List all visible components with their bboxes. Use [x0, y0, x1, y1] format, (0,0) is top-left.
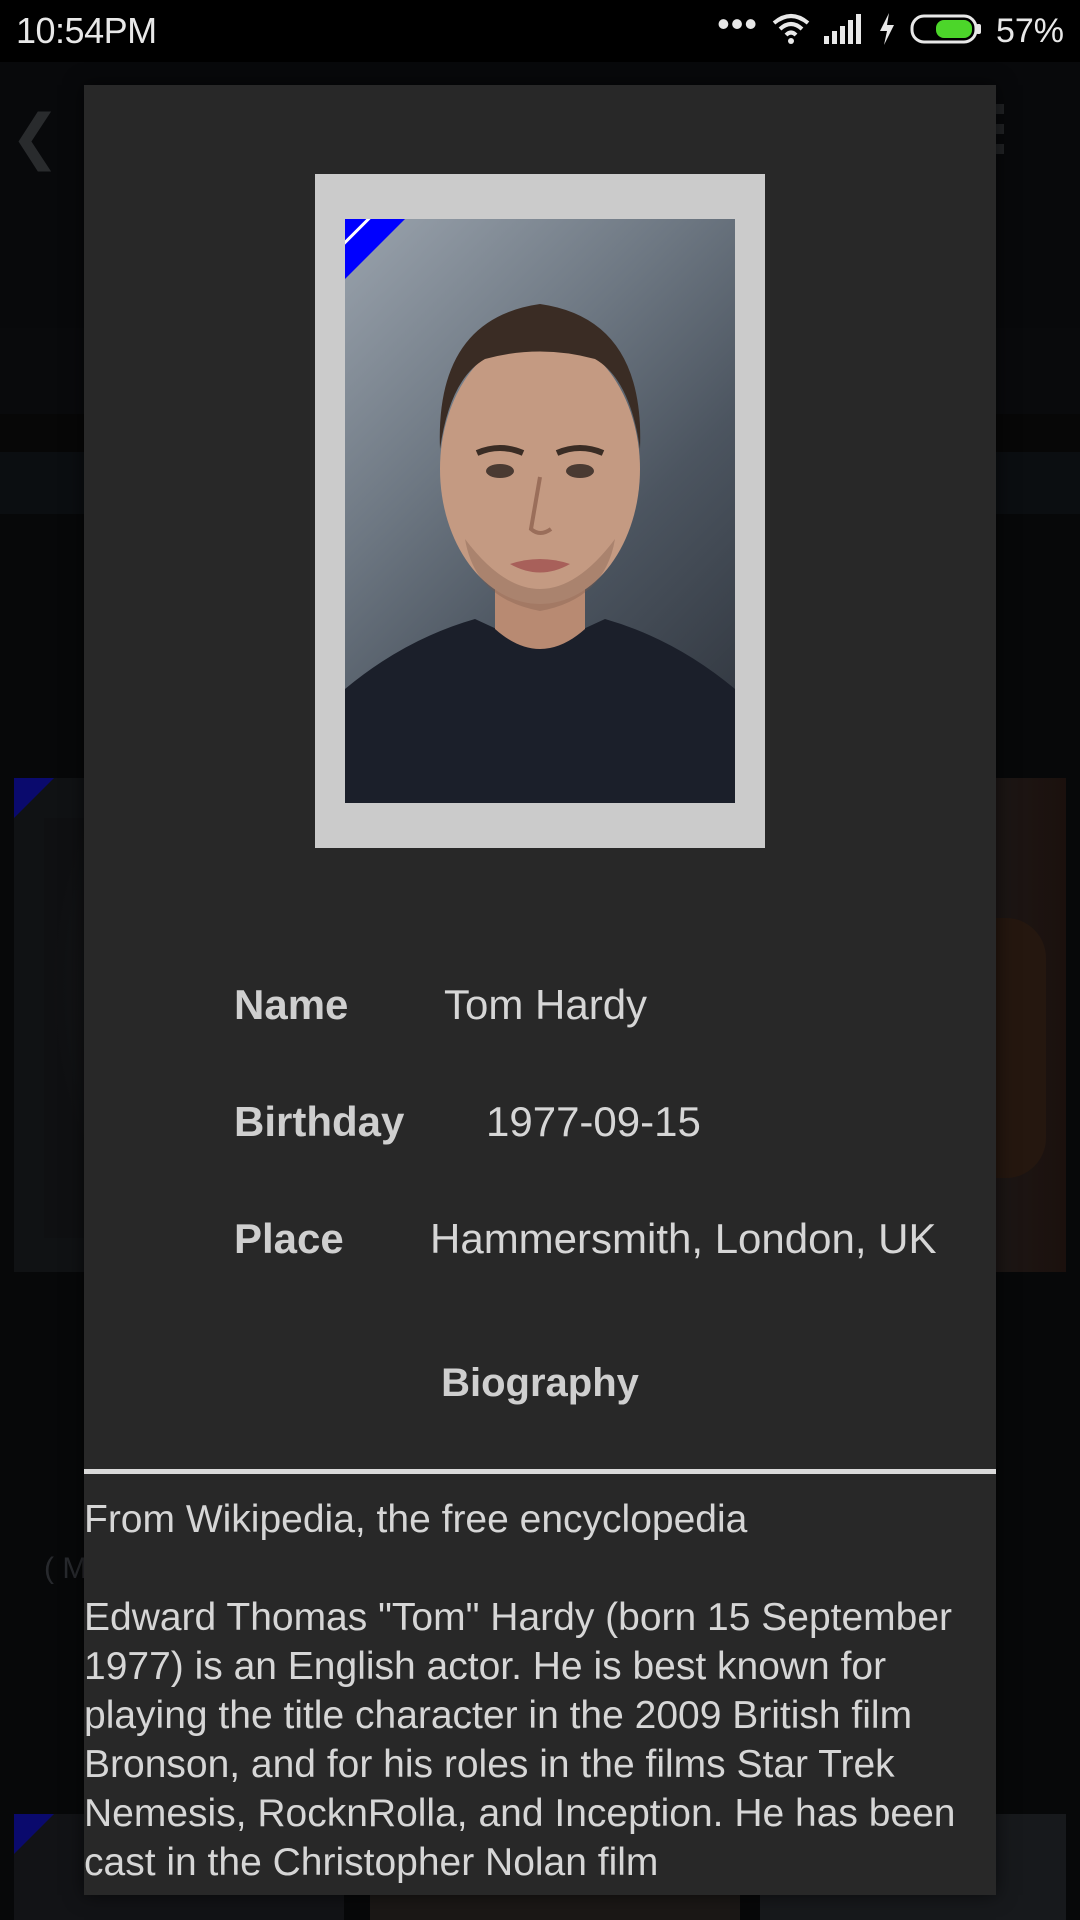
wifi-icon [772, 13, 810, 50]
place-label: Place [234, 1215, 344, 1262]
actor-detail-dialog: Name Tom Hardy Birthday 1977-09-15 Place… [84, 85, 996, 1895]
biography-text: Edward Thomas "Tom" Hardy (born 15 Septe… [84, 1596, 956, 1884]
place-value: Hammersmith, London, UK [430, 1215, 937, 1262]
actor-photo-frame [315, 174, 765, 848]
battery-icon [910, 14, 982, 49]
birthday-label: Birthday [234, 1098, 405, 1145]
charging-icon [878, 12, 896, 50]
screen: 10:54PM ••• 57% ❮ (M Name Tom Hardy Bir… [0, 0, 1080, 1920]
more-dots-icon: ••• [717, 3, 758, 44]
name-row: Name Tom Hardy [84, 981, 996, 1041]
birthday-row: Birthday 1977-09-15 [84, 1098, 996, 1158]
place-row: Place Hammersmith, London, UK [84, 1215, 996, 1275]
biography-heading: Biography [441, 1361, 639, 1405]
corner-accent [345, 219, 405, 279]
name-label: Name [234, 981, 349, 1028]
battery-percent: 57% [995, 11, 1064, 50]
signal-icon [823, 13, 864, 49]
biography-source: From Wikipedia, the free encyclopedia [84, 1498, 748, 1541]
divider [84, 1469, 996, 1474]
status-time: 10:54PM [16, 10, 157, 51]
status-bar: 10:54PM ••• 57% [0, 0, 1080, 62]
actor-photo [345, 219, 735, 803]
biography-scroll[interactable]: From Wikipedia, the free encyclopedia Ed… [84, 1495, 996, 1895]
status-icons: ••• 57% [717, 3, 1064, 52]
name-value: Tom Hardy [444, 981, 648, 1028]
birthday-value: 1977-09-15 [486, 1098, 701, 1145]
